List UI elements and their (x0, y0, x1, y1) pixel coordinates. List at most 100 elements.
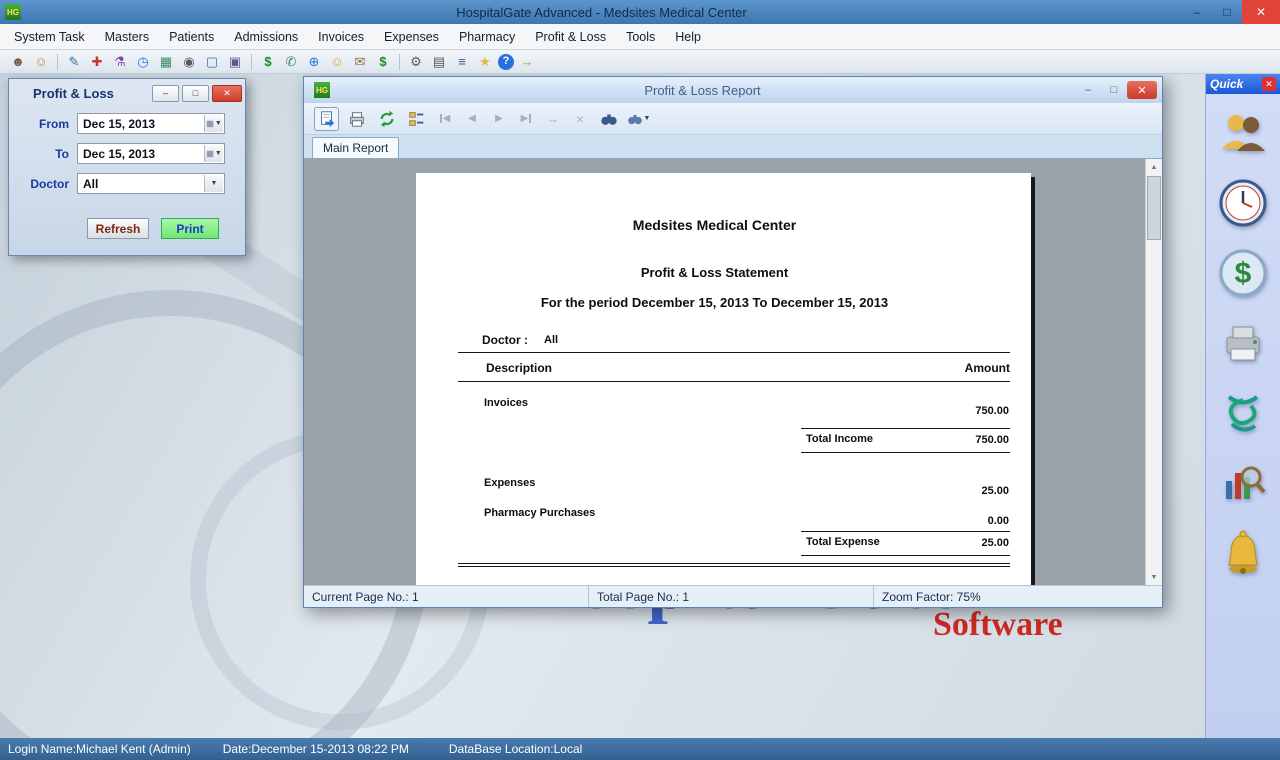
menu-tools[interactable]: Tools (616, 26, 665, 48)
cash-icon[interactable]: $ (373, 52, 393, 72)
zoom-icon[interactable]: ▼ (626, 107, 651, 131)
dialog-close-button[interactable]: ✕ (212, 85, 242, 102)
billing-dollar-icon[interactable]: $ (258, 52, 278, 72)
svg-text:$: $ (1235, 257, 1252, 290)
rule-line (801, 452, 1010, 453)
zoom-factor-status: Zoom Factor: 75% (874, 586, 1162, 607)
nav-bar (440, 114, 442, 123)
dialog-controls: – □ ✕ (152, 85, 242, 102)
users-icon[interactable] (1216, 106, 1270, 160)
pharmacy-icon[interactable] (1216, 386, 1270, 440)
dialog-titlebar[interactable]: Profit & Loss – □ ✕ (9, 79, 245, 104)
doctor-select-dropdown[interactable]: ▼ (204, 175, 223, 192)
exit-icon[interactable]: → (517, 52, 537, 72)
export-icon[interactable] (314, 107, 339, 131)
chart-icon[interactable]: ▦ (156, 52, 176, 72)
scrollbar-thumb[interactable] (1147, 176, 1161, 240)
group-tree-icon[interactable] (404, 107, 429, 131)
menu-pharmacy[interactable]: Pharmacy (449, 26, 525, 48)
menu-system-task[interactable]: System Task (4, 26, 95, 48)
dialog-maximize-button[interactable]: □ (182, 85, 209, 102)
star-icon[interactable]: ★ (475, 52, 495, 72)
print-icon[interactable] (344, 107, 369, 131)
from-date-dropdown[interactable]: ▦ ▼ (204, 115, 223, 132)
chevron-down-icon[interactable]: ▼ (644, 115, 651, 122)
globe-icon[interactable]: ⊕ (304, 52, 324, 72)
help-icon[interactable]: ? (498, 54, 514, 70)
menu-profit-loss[interactable]: Profit & Loss (525, 26, 616, 48)
to-date-dropdown[interactable]: ▦ ▼ (204, 145, 223, 162)
doctor-select[interactable]: All ▼ (77, 173, 225, 194)
refresh-button[interactable]: Refresh (87, 218, 149, 239)
database-location-status: DataBase Location:Local (449, 742, 582, 756)
find-icon[interactable] (596, 107, 621, 131)
clock-icon[interactable]: ◷ (133, 52, 153, 72)
mail-icon[interactable]: ✉ (350, 52, 370, 72)
goto-page-icon[interactable]: → (542, 108, 564, 130)
from-date-input[interactable]: Dec 15, 2013 ▦ ▼ (77, 113, 225, 134)
report-logo-icon: HG (314, 82, 330, 98)
printer-icon[interactable] (1216, 316, 1270, 370)
settings-gear-icon[interactable]: ⚙ (406, 52, 426, 72)
first-page-icon[interactable]: ◀ (434, 108, 456, 130)
patient-icon[interactable]: ☺ (31, 52, 51, 72)
double-rule-line (458, 563, 1010, 567)
scroll-down-icon[interactable]: ▼ (1146, 569, 1162, 585)
dialog-minimize-button[interactable]: – (152, 85, 179, 102)
list-icon[interactable]: ≡ (452, 52, 472, 72)
medical-cross-icon[interactable]: ✚ (87, 52, 107, 72)
search-report-icon[interactable] (1216, 456, 1270, 510)
edit-record-icon[interactable]: ✎ (64, 52, 84, 72)
rule-line (458, 352, 1010, 353)
report-clinic-name: Medsites Medical Center (416, 217, 1013, 233)
next-page-icon[interactable]: ▶ (488, 108, 510, 130)
calendar-grid-icon: ▦ (206, 149, 214, 158)
to-date-row: To Dec 15, 2013 ▦ ▼ (9, 143, 235, 164)
menu-invoices[interactable]: Invoices (308, 26, 374, 48)
patients-group-icon[interactable]: ☻ (8, 52, 28, 72)
toolbar-separator (399, 54, 400, 70)
scroll-up-icon[interactable]: ▲ (1146, 159, 1162, 175)
save-icon[interactable]: ▣ (225, 52, 245, 72)
tab-main-report[interactable]: Main Report (312, 137, 399, 158)
camera-icon[interactable]: ◉ (179, 52, 199, 72)
nav-bar (529, 114, 531, 123)
menu-help[interactable]: Help (665, 26, 711, 48)
maximize-button[interactable]: □ (1212, 0, 1242, 24)
report-scrollbar[interactable]: ▲ ▼ (1145, 159, 1162, 585)
menu-patients[interactable]: Patients (159, 26, 224, 48)
report-titlebar[interactable]: HG Profit & Loss Report – □ ✕ (304, 77, 1162, 103)
row-total-expense-value: 25.00 (458, 537, 1009, 549)
report-maximize-button[interactable]: □ (1101, 81, 1127, 99)
to-date-value: Dec 15, 2013 (83, 147, 155, 161)
report-period-line: For the period December 15, 2013 To Dece… (416, 295, 1013, 310)
refresh-icon[interactable] (374, 107, 399, 131)
to-date-input[interactable]: Dec 15, 2013 ▦ ▼ (77, 143, 225, 164)
from-date-row: From Dec 15, 2013 ▦ ▼ (9, 113, 235, 134)
report-minimize-button[interactable]: – (1075, 81, 1101, 99)
lab-flask-icon[interactable]: ⚗ (110, 52, 130, 72)
dialog-title: Profit & Loss (33, 86, 152, 101)
close-button[interactable]: ✕ (1242, 0, 1280, 24)
menu-admissions[interactable]: Admissions (224, 26, 308, 48)
quick-panel-title: Quick (1210, 77, 1262, 91)
menu-expenses[interactable]: Expenses (374, 26, 449, 48)
monitor-icon[interactable]: ▢ (202, 52, 222, 72)
print-button[interactable]: Print (161, 218, 219, 239)
quick-panel-close-icon[interactable]: ✕ (1262, 77, 1276, 91)
minimize-button[interactable]: – (1182, 0, 1212, 24)
quick-panel-header: Quick ✕ (1206, 74, 1280, 94)
clock-icon[interactable] (1216, 176, 1270, 230)
row-expenses-value: 25.00 (458, 485, 1009, 497)
smiley-icon[interactable]: ☺ (327, 52, 347, 72)
phone-icon[interactable]: ✆ (281, 52, 301, 72)
dollar-coin-icon[interactable]: $ (1216, 246, 1270, 300)
cancel-icon[interactable]: × (569, 108, 591, 130)
menu-masters[interactable]: Masters (95, 26, 159, 48)
report-close-button[interactable]: ✕ (1127, 81, 1157, 99)
app-statusbar: Login Name:Michael Kent (Admin) Date:Dec… (0, 738, 1280, 760)
last-page-icon[interactable]: ▶ (515, 108, 537, 130)
printer-icon[interactable]: ▤ (429, 52, 449, 72)
bell-icon[interactable] (1216, 526, 1270, 580)
prev-page-icon[interactable]: ◀ (461, 108, 483, 130)
